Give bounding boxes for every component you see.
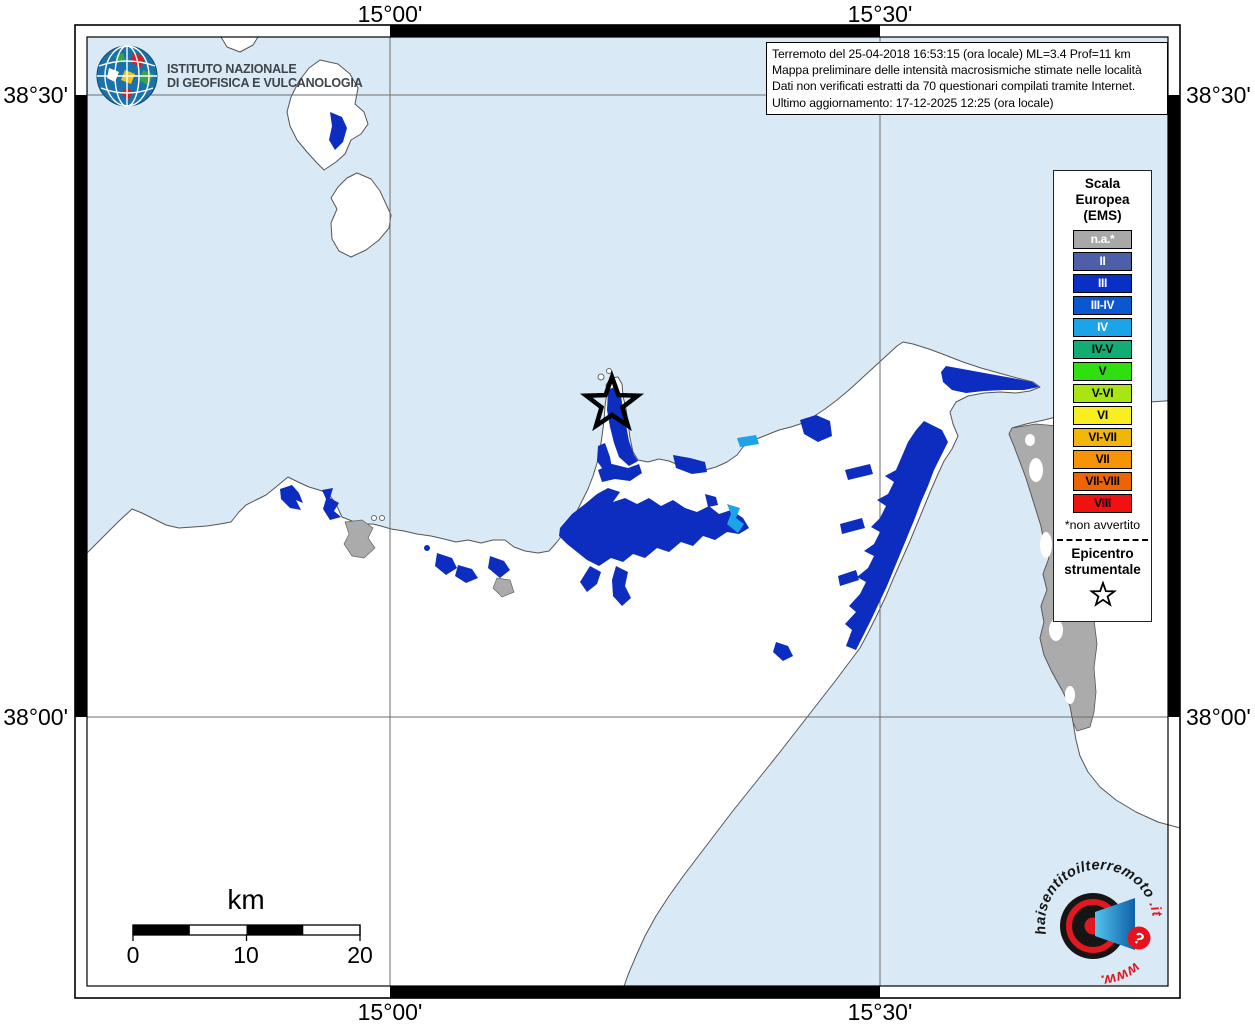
ingv-globe-icon xyxy=(96,45,158,107)
lat-label-right-top: 38°30' xyxy=(1186,82,1251,108)
epicenter-label-line1: Epicentro xyxy=(1071,546,1134,561)
ingv-name-line2: DI GEOFISICA E VULCANOLOGIA xyxy=(167,76,363,90)
haisentitoilterremoto-logo: ? haisentitoilterremoto .it www. xyxy=(1033,852,1167,989)
ingv-name-line1: ISTITUTO NAZIONALE xyxy=(167,61,297,76)
lat-label-left-top: 38°30' xyxy=(3,82,68,108)
scalebar-tick-0: 0 xyxy=(126,942,140,968)
legend-chip-vii-viii: VII-VIII xyxy=(1073,472,1132,491)
legend-chip-v-vi: V-VI xyxy=(1073,384,1132,403)
ingv-logo: ISTITUTO NAZIONALE DI GEOFISICA E VULCAN… xyxy=(95,44,363,108)
info-line-event: Terremoto del 25-04-2018 16:53:15 (ora l… xyxy=(772,47,1131,61)
lon-label-bottom-right: 15°30' xyxy=(847,999,913,1024)
legend-chip-iv-v: IV-V xyxy=(1073,340,1132,359)
legend-title-line3: (EMS) xyxy=(1083,208,1122,223)
legend-chip-vii: VII xyxy=(1073,450,1132,469)
legend-chip-iv: IV xyxy=(1073,318,1132,337)
epicenter-label-line2: strumentale xyxy=(1064,562,1141,577)
legend-divider xyxy=(1057,539,1148,541)
scalebar-tick-20: 20 xyxy=(347,942,373,968)
legend-chip-v: V xyxy=(1073,362,1132,381)
info-line-updated: Ultimo aggiornamento: 17-12-2025 12:25 (… xyxy=(772,95,1054,110)
legend-chip-n-a-: n.a.* xyxy=(1073,230,1132,249)
scalebar-tick-10: 10 xyxy=(233,942,259,968)
epicenter-star-icon xyxy=(1088,580,1117,607)
info-line-data-source: Dati non verificati estratti da 70 quest… xyxy=(772,79,1136,94)
logo-arc-suffix: .it xyxy=(1145,899,1164,918)
lat-label-left-bottom: 38°00' xyxy=(3,704,68,730)
legend-chip-viii: VIII xyxy=(1073,494,1132,513)
legend-title-line2: Europea xyxy=(1075,192,1130,207)
legend-chip-vi-vii: VI-VII xyxy=(1073,428,1132,447)
legend-chip-iii: III xyxy=(1073,274,1132,293)
lat-label-right-bottom: 38°00' xyxy=(1186,704,1251,730)
scalebar-unit-label: km xyxy=(227,884,265,915)
legend-chip-ii: II xyxy=(1073,252,1132,271)
event-info-box: Terremoto del 25-04-2018 16:53:15 (ora l… xyxy=(766,42,1168,115)
svg-text:www.: www. xyxy=(1100,959,1143,984)
lon-label-top-left: 15°00' xyxy=(357,1,423,27)
legend-items: n.a.* II III III-IV IV IV-V V V-VI VI VI-VII VII VI… xyxy=(1054,230,1151,513)
legend-title-line1: Scala xyxy=(1084,176,1121,191)
lon-label-bottom-left: 15°00' xyxy=(357,999,423,1024)
legend-chip-vi: VI xyxy=(1073,406,1132,425)
info-line-map-type: Mappa preliminare delle intensità macros… xyxy=(772,63,1142,78)
macroseismic-map-page: 15°00' 15°30' 15°00' 15°30' 38°30' 38°00… xyxy=(0,0,1255,1024)
haisentito-logo-icon: ? haisentitoilterremoto .it www. xyxy=(1033,857,1164,989)
legend-footnote: *non avvertito xyxy=(1064,518,1141,532)
lon-label-top-right: 15°30' xyxy=(847,1,913,27)
legend-chip-iii-iv: III-IV xyxy=(1073,296,1132,315)
logo-www-text: www. xyxy=(1100,959,1143,984)
ems-legend: Scala Europea (EMS) n.a.* II III III-IV IV IV… xyxy=(1053,170,1152,622)
